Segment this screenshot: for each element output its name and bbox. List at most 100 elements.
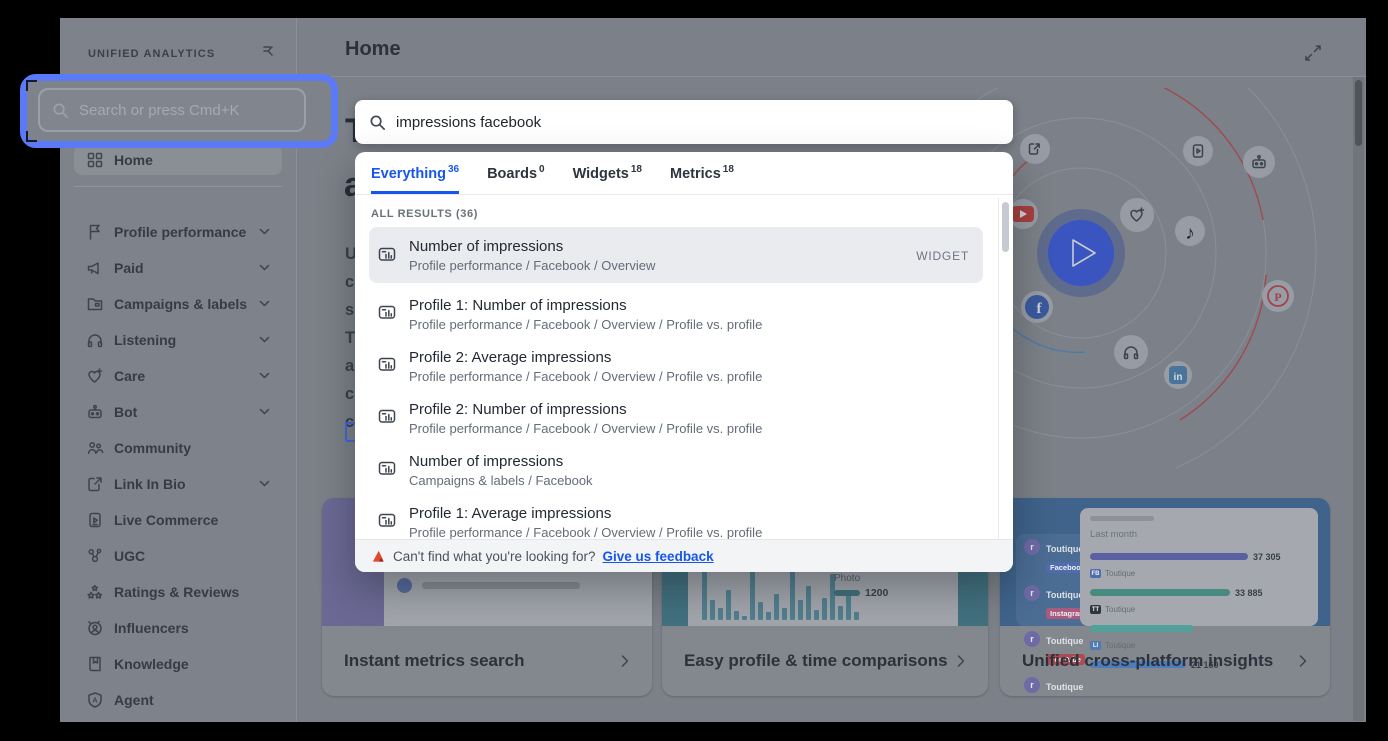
grid-icon <box>86 151 104 169</box>
widget-icon <box>378 355 396 373</box>
collapse-sidebar-icon[interactable] <box>260 42 278 65</box>
tab-everything[interactable]: Everything36 <box>371 164 459 194</box>
result-tabs: Everything36 Boards0 Widgets18 Metrics18 <box>355 152 1013 195</box>
chevron-down-icon[interactable] <box>259 408 270 416</box>
search-placeholder: Search or press Cmd+K <box>79 102 239 119</box>
sidebar-item-care[interactable]: Care <box>74 358 282 394</box>
main-scrollbar-thumb[interactable] <box>1355 80 1362 146</box>
widget-icon <box>378 245 396 263</box>
external-link-icon <box>86 475 104 493</box>
search-results-panel: Everything36 Boards0 Widgets18 Metrics18… <box>355 152 1013 572</box>
tab-boards[interactable]: Boards0 <box>487 164 545 194</box>
sidebar-item-campaigns-labels[interactable]: Campaigns & labels <box>74 286 282 322</box>
sidebar-item-live-commerce[interactable]: Live Commerce <box>74 502 282 538</box>
modal-search-input[interactable]: impressions facebook <box>355 100 1013 144</box>
modal-footer: Can't find what you're looking for? Give… <box>355 539 1013 572</box>
widget-icon <box>378 459 396 477</box>
chevron-down-icon[interactable] <box>259 228 270 236</box>
svg-text:in: in <box>1174 372 1183 383</box>
tab-metrics[interactable]: Metrics18 <box>670 164 734 194</box>
widget-icon <box>378 303 396 321</box>
card-title: Easy profile & time comparisons <box>684 651 948 671</box>
chevron-down-icon[interactable] <box>259 480 270 488</box>
sidebar-item-agent[interactable]: A Agent <box>74 682 282 718</box>
results-scrollbar-track[interactable] <box>998 198 999 540</box>
widget-badge: WIDGET <box>916 249 969 263</box>
facebook-icon: f <box>1021 291 1053 323</box>
sidebar-item-paid[interactable]: Paid <box>74 250 282 286</box>
annotation-handle <box>26 131 37 142</box>
result-row[interactable]: Number of impressions Campaigns & labels… <box>369 444 983 496</box>
sidebar-nav: Home Profile performance Paid Campaigns … <box>74 145 282 718</box>
chevron-right-icon <box>620 654 630 668</box>
result-row[interactable]: Profile 2: Number of impressions Profile… <box>369 392 983 444</box>
sidebar-item-community[interactable]: Community <box>74 430 282 466</box>
shield-icon: A <box>86 691 104 709</box>
sidebar-search-input[interactable]: Search or press Cmd+K <box>38 88 306 132</box>
sidebar-item-ratings-reviews[interactable]: Ratings & Reviews <box>74 574 282 610</box>
chevron-right-icon <box>1298 654 1308 668</box>
sidebar-item-bot[interactable]: Bot <box>74 394 282 430</box>
sidebar-item-knowledge[interactable]: Knowledge <box>74 646 282 682</box>
sidebar-item-profile-performance[interactable]: Profile performance <box>74 214 282 250</box>
influencer-icon <box>86 619 104 637</box>
book-icon <box>86 655 104 673</box>
search-icon <box>52 102 69 119</box>
chevron-down-icon[interactable] <box>259 372 270 380</box>
svg-text:P: P <box>1274 290 1281 304</box>
chevron-down-icon[interactable] <box>259 300 270 308</box>
chevron-down-icon[interactable] <box>259 264 270 272</box>
card-preview: rToutiqueFacebook rToutiqueInstagram rTo… <box>1000 498 1330 626</box>
sidebar-item-label: Home <box>114 152 153 168</box>
chevron-right-icon <box>956 654 966 668</box>
result-row[interactable]: Number of impressions Profile performanc… <box>369 227 983 283</box>
social-orbit-graphic: ♪ P f in <box>960 88 1360 468</box>
sidebar-item-ugc[interactable]: UGC <box>74 538 282 574</box>
results-scrollbar-thumb[interactable] <box>1002 202 1009 252</box>
nodes-icon <box>86 547 104 565</box>
card-cross-platform-insights[interactable]: rToutiqueFacebook rToutiqueInstagram rTo… <box>1000 498 1330 696</box>
logo-icon <box>371 549 386 564</box>
main-scrollbar-track[interactable] <box>1353 77 1364 721</box>
result-row[interactable]: Profile 1: Number of impressions Profile… <box>369 288 983 340</box>
megaphone-icon <box>86 259 104 277</box>
headphones-icon <box>86 331 104 349</box>
pinterest-icon: P <box>1262 280 1294 312</box>
sidebar-item-influencers[interactable]: Influencers <box>74 610 282 646</box>
expand-icon[interactable] <box>1304 44 1322 67</box>
sidebar-divider <box>74 186 282 187</box>
linkedin-icon: in <box>1164 361 1192 389</box>
search-query: impressions facebook <box>396 114 541 131</box>
svg-text:♪: ♪ <box>1185 223 1195 244</box>
tab-widgets[interactable]: Widgets18 <box>573 164 642 194</box>
svg-text:A: A <box>92 697 97 704</box>
robot-icon <box>86 403 104 421</box>
sidebar-item-listening[interactable]: Listening <box>74 322 282 358</box>
widget-icon <box>378 511 396 529</box>
last-month-panel: Last month 37 305 FBToutique 33 885 TTTo… <box>1080 508 1318 626</box>
sidebar-item-link-in-bio[interactable]: Link In Bio <box>74 466 282 502</box>
search-icon <box>369 114 386 131</box>
card-title: Unified cross-platform insights <box>1022 651 1273 671</box>
footer-text: Can't find what you're looking for? <box>393 549 596 564</box>
card-title: Instant metrics search <box>344 651 524 671</box>
care-chip <box>1120 198 1154 232</box>
link-in-bio-chip <box>1020 134 1050 164</box>
live-commerce-chip <box>1183 136 1213 166</box>
live-video-icon <box>86 511 104 529</box>
bot-chip <box>1243 146 1275 178</box>
give-feedback-link[interactable]: Give us feedback <box>603 549 714 564</box>
screenshot-stage: UNIFIED ANALYTICS Home Profile performan… <box>0 0 1388 741</box>
listening-chip <box>1114 335 1148 369</box>
heart-plus-icon <box>86 367 104 385</box>
play-button <box>1048 220 1114 286</box>
card-footer: Unified cross-platform insights <box>1000 626 1330 696</box>
widget-icon <box>378 407 396 425</box>
facebook-mini-icon <box>397 578 412 593</box>
folder-icon <box>86 295 104 313</box>
result-row[interactable]: Profile 2: Average impressions Profile p… <box>369 340 983 392</box>
chevron-down-icon[interactable] <box>259 336 270 344</box>
sidebar-item-home[interactable]: Home <box>74 145 282 175</box>
page-title: Home <box>345 38 401 61</box>
tiktok-icon: ♪ <box>1175 216 1205 246</box>
